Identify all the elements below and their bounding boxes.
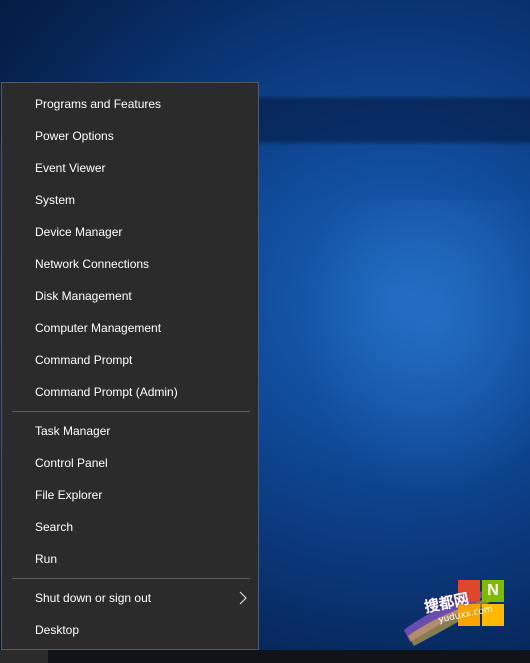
menu-separator (12, 578, 250, 579)
menu-item-run[interactable]: Run (2, 543, 258, 575)
menu-item-task-manager[interactable]: Task Manager (2, 415, 258, 447)
start-button[interactable] (0, 650, 48, 663)
menu-item-command-prompt[interactable]: Command Prompt (2, 344, 258, 376)
menu-item-system[interactable]: System (2, 184, 258, 216)
menu-item-search[interactable]: Search (2, 511, 258, 543)
menu-item-computer-management[interactable]: Computer Management (2, 312, 258, 344)
menu-item-disk-management[interactable]: Disk Management (2, 280, 258, 312)
menu-item-desktop[interactable]: Desktop (2, 614, 258, 646)
menu-item-shut-down-or-sign-out[interactable]: Shut down or sign out (2, 582, 258, 614)
menu-item-device-manager[interactable]: Device Manager (2, 216, 258, 248)
menu-item-file-explorer[interactable]: File Explorer (2, 479, 258, 511)
menu-separator (12, 411, 250, 412)
taskbar (0, 650, 530, 663)
menu-item-label: Shut down or sign out (35, 591, 152, 605)
menu-item-command-prompt-admin[interactable]: Command Prompt (Admin) (2, 376, 258, 408)
menu-item-control-panel[interactable]: Control Panel (2, 447, 258, 479)
site-watermark-logo: N 搜都网 yuduxx.com (400, 570, 526, 650)
menu-item-power-options[interactable]: Power Options (2, 120, 258, 152)
menu-item-event-viewer[interactable]: Event Viewer (2, 152, 258, 184)
desktop-light-streak (300, 200, 530, 500)
quick-link-menu: Programs and Features Power Options Even… (1, 82, 259, 650)
tile-letter: N (482, 580, 504, 602)
menu-item-programs-and-features[interactable]: Programs and Features (2, 88, 258, 120)
menu-item-network-connections[interactable]: Network Connections (2, 248, 258, 280)
chevron-right-icon (236, 582, 250, 614)
